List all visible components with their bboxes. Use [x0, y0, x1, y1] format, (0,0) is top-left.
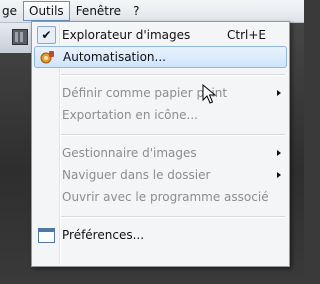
- outils-dropdown-menu: ✔ Explorateur d'images Ctrl+E Automatisa…: [31, 21, 290, 267]
- menu-item-label: Naviguer dans le dossier: [62, 168, 211, 182]
- menu-outils[interactable]: Outils: [23, 1, 70, 21]
- menu-help[interactable]: ?: [127, 1, 145, 21]
- filmstrip-icon[interactable]: [12, 29, 28, 45]
- menu-item-label: Exportation en icône...: [62, 108, 198, 122]
- menu-item-exportation-icone[interactable]: Exportation en icône...: [34, 104, 287, 126]
- menu-item-ouvrir-avec[interactable]: Ouvrir avec le programme associé: [34, 186, 287, 208]
- menu-item-label: Préférences...: [62, 228, 145, 242]
- menu-separator: [61, 216, 285, 218]
- menu-bar: ge Outils Fenêtre ?: [0, 0, 304, 23]
- menu-image[interactable]: ge: [0, 1, 23, 21]
- menu-fenetre[interactable]: Fenêtre: [70, 1, 127, 21]
- mouse-pointer-icon: [202, 84, 217, 104]
- menu-item-preferences[interactable]: Préférences...: [34, 224, 287, 246]
- preferences-icon: [38, 228, 55, 243]
- menu-item-gestionnaire[interactable]: Gestionnaire d'images: [34, 142, 287, 164]
- menu-item-label: Gestionnaire d'images: [62, 146, 197, 160]
- menu-item-shortcut: Ctrl+E: [227, 28, 266, 42]
- submenu-arrow-icon: [277, 150, 281, 156]
- menu-item-explorateur[interactable]: ✔ Explorateur d'images Ctrl+E: [34, 24, 287, 46]
- submenu-arrow-icon: [277, 172, 281, 178]
- check-icon: ✔: [37, 26, 56, 44]
- menu-separator: [61, 74, 285, 76]
- submenu-arrow-icon: [277, 90, 281, 96]
- menu-item-label: Automatisation...: [63, 50, 166, 64]
- menu-item-naviguer-dossier[interactable]: Naviguer dans le dossier: [34, 164, 287, 186]
- automation-icon: [40, 51, 54, 64]
- menu-item-papier-peint[interactable]: Définir comme papier peint: [34, 82, 287, 104]
- menu-separator: [61, 134, 285, 136]
- menu-item-automatisation[interactable]: Automatisation...: [34, 46, 287, 68]
- menu-item-label: Ouvrir avec le programme associé: [62, 190, 269, 204]
- menu-item-label: Explorateur d'images: [62, 28, 191, 42]
